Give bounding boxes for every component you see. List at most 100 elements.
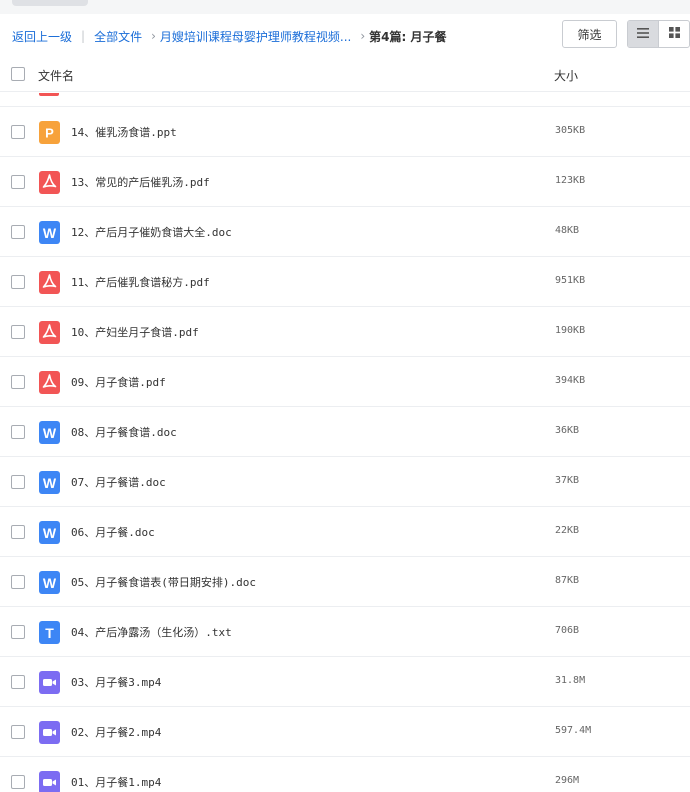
breadcrumb: 返回上一级 | 全部文件 › 月嫂培训课程母婴护理师教程视频... › 第4篇:… [12,28,446,44]
pdf-icon [39,171,60,194]
video-icon [39,671,60,694]
tab-stub [12,0,88,6]
table-row[interactable]: W 12、产后月子催奶食谱大全.doc 48KB [0,207,690,257]
row-checkbox[interactable] [11,525,25,539]
table-row[interactable]: 01、月子餐1.mp4 296M [0,757,690,792]
column-header: 文件名 大小 [0,58,690,92]
file-name[interactable]: 10、产妇坐月子食谱.pdf [71,324,199,340]
video-icon [39,721,60,744]
svg-text:T: T [45,625,54,641]
doc-icon: W [39,471,60,494]
file-name[interactable]: 07、月子餐谱.doc [71,474,166,490]
table-row[interactable]: 13、常见的产后催乳汤.pdf 123KB [0,157,690,207]
row-checkbox[interactable] [11,375,25,389]
svg-text:W: W [43,425,57,441]
svg-text:W: W [43,575,57,591]
table-row[interactable]: W 07、月子餐谱.doc 37KB [0,457,690,507]
file-name[interactable]: 09、月子食谱.pdf [71,374,166,390]
table-row[interactable]: 09、月子食谱.pdf 394KB [0,357,690,407]
file-name[interactable]: 14、催乳汤食谱.ppt [71,124,177,140]
back-link[interactable]: 返回上一级 [12,28,72,45]
ppt-icon: P [39,121,60,144]
file-size: 190KB [555,325,586,336]
file-size: 48KB [555,225,580,236]
row-checkbox[interactable] [11,625,25,639]
table-row[interactable]: P 14、催乳汤食谱.ppt 305KB [0,107,690,157]
view-toggle [627,20,690,48]
grid-view-icon [668,27,680,41]
table-row[interactable]: W 06、月子餐.doc 22KB [0,507,690,557]
file-name[interactable]: 02、月子餐2.mp4 [71,724,161,740]
file-name[interactable]: 01、月子餐1.mp4 [71,774,161,790]
chevron-right-icon: › [151,29,156,43]
video-icon [39,771,60,792]
file-name[interactable]: 12、产后月子催奶食谱大全.doc [71,224,232,240]
list-view-button[interactable] [628,21,659,47]
row-checkbox[interactable] [11,425,25,439]
file-list: P 14、催乳汤食谱.ppt 305KB 13、常见的产后催乳汤.pdf 123KB W 1… [0,93,690,792]
row-checkbox[interactable] [11,325,25,339]
row-checkbox[interactable] [11,475,25,489]
grid-view-button[interactable] [658,21,689,47]
file-size: 31.8M [555,675,586,686]
table-row[interactable]: 11、产后催乳食谱秘方.pdf 951KB [0,257,690,307]
table-row[interactable]: W 08、月子餐食谱.doc 36KB [0,407,690,457]
row-checkbox[interactable] [11,275,25,289]
doc-icon: W [39,571,60,594]
breadcrumb-all-files[interactable]: 全部文件 [94,28,142,45]
top-strip [0,0,690,14]
row-checkbox[interactable] [11,725,25,739]
doc-icon: W [39,521,60,544]
list-view-icon [637,27,650,41]
row-checkbox[interactable] [11,575,25,589]
doc-icon: W [39,421,60,444]
file-size: 37KB [555,475,580,486]
breadcrumb-course[interactable]: 月嫂培训课程母婴护理师教程视频... [160,28,351,45]
txt-icon: T [39,621,60,644]
file-name[interactable]: 08、月子餐食谱.doc [71,424,177,440]
file-name[interactable]: 04、产后净露汤（生化汤）.txt [71,624,232,640]
file-size: 87KB [555,575,580,586]
file-size: 22KB [555,525,580,536]
file-size: 394KB [555,375,586,386]
table-row[interactable]: W 05、月子餐食谱表(带日期安排).doc 87KB [0,557,690,607]
table-row-partial [0,93,690,107]
pdf-icon [39,321,60,344]
svg-text:W: W [43,525,57,541]
file-size: 296M [555,775,580,786]
breadcrumb-separator: | [81,29,86,43]
doc-icon: W [39,221,60,244]
pdf-icon [39,371,60,394]
file-name[interactable]: 13、常见的产后催乳汤.pdf [71,174,210,190]
row-checkbox[interactable] [11,125,25,139]
row-checkbox[interactable] [11,225,25,239]
file-name[interactable]: 03、月子餐3.mp4 [71,674,161,690]
breadcrumb-current: 第4篇: 月子餐 [369,29,447,44]
column-name-header[interactable]: 文件名 [38,67,74,84]
row-checkbox[interactable] [11,675,25,689]
table-row[interactable]: 10、产妇坐月子食谱.pdf 190KB [0,307,690,357]
chevron-right-icon: › [360,29,366,43]
file-size: 305KB [555,125,586,136]
column-size-header[interactable]: 大小 [554,67,578,84]
svg-text:W: W [43,225,57,241]
file-name[interactable]: 05、月子餐食谱表(带日期安排).doc [71,574,256,590]
row-checkbox[interactable] [11,775,25,789]
pdf-icon [39,93,59,96]
file-name[interactable]: 11、产后催乳食谱秘方.pdf [71,274,210,290]
select-all-checkbox[interactable] [11,67,25,81]
table-row[interactable]: 02、月子餐2.mp4 597.4M [0,707,690,757]
toolbar: 返回上一级 | 全部文件 › 月嫂培训课程母婴护理师教程视频... › 第4篇:… [0,14,690,58]
table-row[interactable]: T 04、产后净露汤（生化汤）.txt 706B [0,607,690,657]
svg-text:W: W [43,475,57,491]
file-size: 706B [555,625,580,636]
file-size: 36KB [555,425,580,436]
file-size: 123KB [555,175,586,186]
file-size: 597.4M [555,725,592,736]
filter-button[interactable]: 筛选 [562,20,617,48]
row-checkbox[interactable] [11,175,25,189]
pdf-icon [39,271,60,294]
svg-text:P: P [45,126,54,141]
table-row[interactable]: 03、月子餐3.mp4 31.8M [0,657,690,707]
file-name[interactable]: 06、月子餐.doc [71,524,155,540]
